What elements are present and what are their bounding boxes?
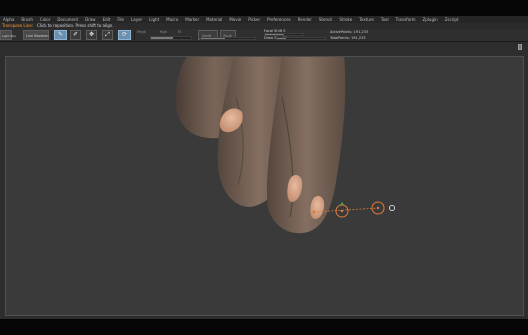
menu-item-macro[interactable]: Macro [166, 16, 178, 23]
rotate-icon: ⟳ [121, 31, 128, 38]
total-points-readout: TotalPoints: 191,233 [330, 36, 366, 40]
lightbox-button[interactable]: Light Box [0, 30, 16, 40]
draw-icon: ✐ [72, 31, 79, 38]
menu-item-file[interactable]: File [117, 16, 124, 23]
menu-bar: Alpha Brush Color Document Draw Edit File Layer… [0, 16, 528, 23]
menu-item-transform[interactable]: Transform [396, 16, 416, 23]
menu-item-preferences[interactable]: Preferences [267, 16, 291, 23]
menu-item-tool[interactable]: Tool [381, 16, 389, 23]
rgb-toggle[interactable]: Rgb [160, 30, 167, 34]
transpose-origin-dot [312, 210, 316, 214]
top-toolbar: Light Box Live Boolean ✎ ✐ ✥ ⤢ ⟳ Mrgb Rg… [0, 29, 528, 42]
transpose-start-center [340, 209, 344, 213]
transpose-end-handle[interactable] [388, 204, 395, 211]
menu-item-zplugin[interactable]: Zplugin [423, 16, 438, 23]
menu-item-layer[interactable]: Layer [131, 16, 142, 23]
draw-size-slider[interactable] [276, 37, 326, 40]
draw-size-fill [277, 38, 286, 39]
bottom-letterbox [0, 319, 528, 335]
menu-item-light[interactable]: Light [149, 16, 159, 23]
scale-icon: ⤢ [105, 31, 110, 38]
scale-mode-button[interactable]: ⤢ [102, 30, 113, 40]
transpose-mid-center [376, 206, 380, 210]
rgb-intensity-fill [151, 37, 173, 39]
menu-item-edit[interactable]: Edit [103, 16, 111, 23]
draw-mode-button[interactable]: ✐ [70, 30, 81, 40]
menu-item-texture[interactable]: Texture [359, 16, 374, 23]
menu-item-material[interactable]: Material [206, 16, 222, 23]
menu-item-brush[interactable]: Brush [21, 16, 33, 23]
lightbox-label: Light Box [2, 34, 17, 38]
menu-item-draw[interactable]: Draw [85, 16, 95, 23]
axis-arrow-icon [340, 202, 344, 205]
separator [134, 31, 135, 40]
edit-mode-button[interactable]: ✎ [54, 30, 67, 40]
menu-item-document[interactable]: Document [57, 16, 78, 23]
separator [51, 31, 52, 40]
edit-icon: ✎ [57, 31, 64, 38]
rotate-mode-button[interactable]: ⟳ [118, 30, 131, 40]
z-intensity-slider[interactable] [200, 37, 256, 40]
top-letterbox [0, 0, 528, 16]
live-boolean-label: Live Boolean [26, 34, 49, 38]
foot-model [175, 57, 346, 234]
menu-item-zscript[interactable]: Zscript [445, 16, 459, 23]
menu-item-stroke[interactable]: Stroke [339, 16, 352, 23]
menu-item-stencil[interactable]: Stencil [319, 16, 333, 23]
menu-item-movie[interactable]: Movie [229, 16, 241, 23]
document-canvas[interactable] [5, 56, 524, 316]
menu-item-picker[interactable]: Picker [248, 16, 260, 23]
live-boolean-button[interactable]: Live Boolean [23, 30, 49, 40]
menu-item-render[interactable]: Render [298, 16, 312, 23]
menu-item-marker[interactable]: Marker [185, 16, 199, 23]
active-points-readout: ActivePoints: 191,233 [330, 30, 369, 34]
z-intensity-fill [201, 38, 226, 39]
rgb-intensity-slider[interactable] [150, 36, 192, 40]
right-tray-tab[interactable] [518, 44, 522, 50]
m-toggle[interactable]: M [178, 30, 181, 34]
viewport-3d[interactable] [6, 57, 524, 316]
focal-shift-fill [265, 34, 284, 35]
move-icon: ✥ [88, 31, 95, 38]
menu-item-alpha[interactable]: Alpha [3, 16, 14, 23]
workspace [0, 42, 528, 319]
menu-item-color[interactable]: Color [40, 16, 50, 23]
mrgb-toggle[interactable]: Mrgb [137, 30, 146, 34]
move-mode-button[interactable]: ✥ [86, 30, 97, 40]
